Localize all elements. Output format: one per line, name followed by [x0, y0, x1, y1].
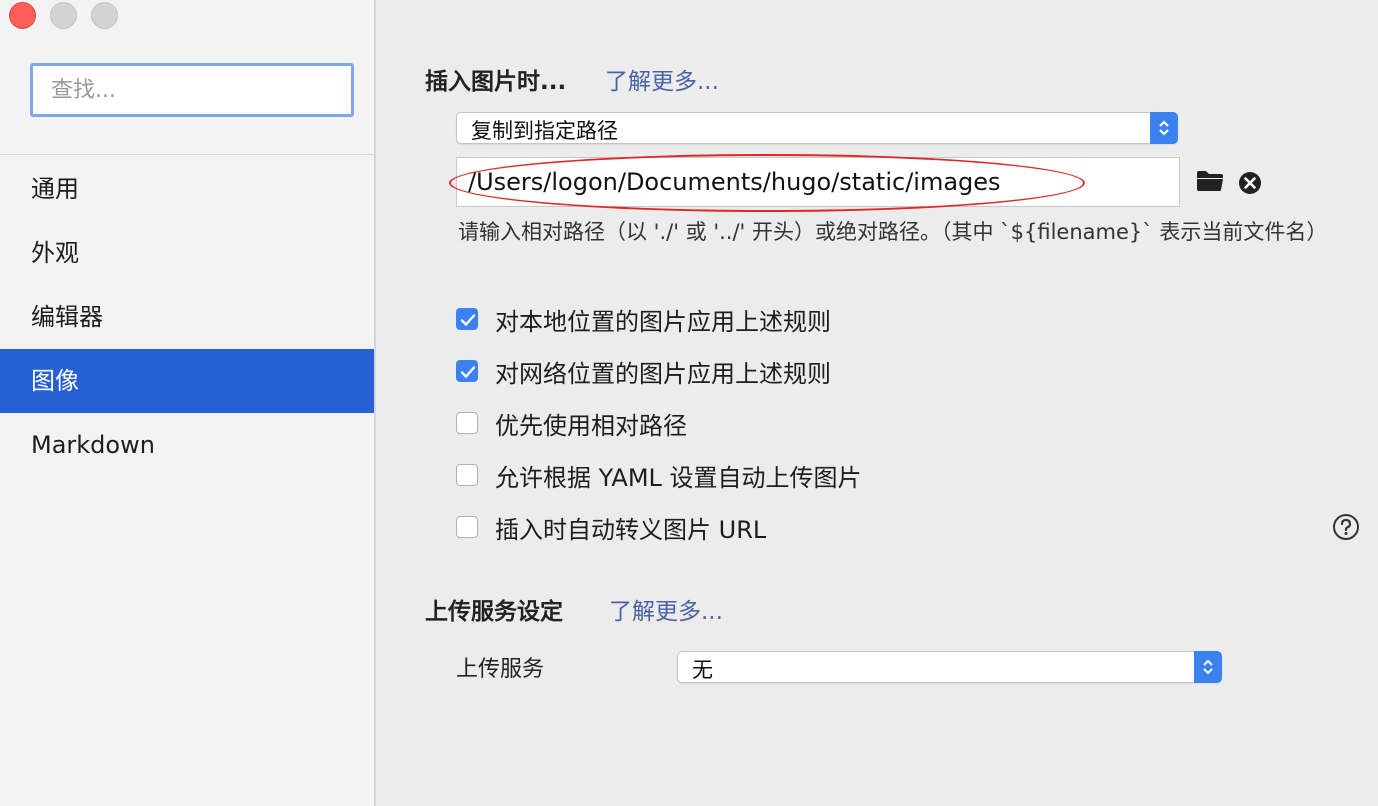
- checkbox-checked-icon[interactable]: [456, 360, 478, 382]
- minimize-window-button[interactable]: [50, 2, 77, 29]
- option-label: 优先使用相对路径: [495, 411, 687, 440]
- select-stepper-icon: [1194, 651, 1222, 683]
- option-label: 允许根据 YAML 设置自动上传图片: [495, 463, 862, 492]
- option-label: 对本地位置的图片应用上述规则: [495, 307, 831, 336]
- checkbox-unchecked-icon[interactable]: [456, 412, 478, 434]
- checkbox-unchecked-icon[interactable]: [456, 464, 478, 486]
- sidebar-item-general[interactable]: 通用: [0, 157, 374, 221]
- sidebar-item-markdown[interactable]: Markdown: [0, 413, 374, 477]
- folder-icon[interactable]: [1196, 170, 1224, 196]
- upload-service-select[interactable]: 无: [677, 651, 1222, 683]
- sidebar-item-editor[interactable]: 编辑器: [0, 285, 374, 349]
- zoom-window-button[interactable]: [91, 2, 118, 29]
- upload-service-label: 上传服务: [456, 657, 545, 682]
- sidebar-divider: [0, 154, 374, 155]
- image-path-field[interactable]: /Users/logon/Documents/hugo/static/image…: [449, 154, 1180, 212]
- option-escape-url[interactable]: 插入时自动转义图片 URL: [456, 511, 767, 544]
- path-hint-text: 请输入相对路径（以 './' 或 '../' 开头）或绝对路径。（其中 `${f…: [458, 220, 1328, 244]
- option-yaml-upload[interactable]: 允许根据 YAML 设置自动上传图片: [456, 459, 862, 492]
- upload-service-value: 无: [692, 658, 713, 682]
- close-window-button[interactable]: [9, 2, 36, 29]
- option-network-images[interactable]: 对网络位置的图片应用上述规则: [456, 355, 831, 388]
- help-icon[interactable]: [1332, 513, 1360, 545]
- insert-action-value: 复制到指定路径: [471, 119, 618, 143]
- insert-image-title: 插入图片时...: [425, 69, 567, 95]
- option-label: 插入时自动转义图片 URL: [495, 515, 767, 544]
- option-local-images[interactable]: 对本地位置的图片应用上述规则: [456, 303, 831, 336]
- insert-action-select[interactable]: 复制到指定路径: [456, 112, 1178, 144]
- image-settings-panel: 插入图片时... 了解更多... 复制到指定路径 /Users/logon/Do…: [376, 0, 1378, 806]
- window-controls: [9, 2, 118, 29]
- checkbox-checked-icon[interactable]: [456, 308, 478, 330]
- upload-service-title: 上传服务设定: [425, 599, 563, 625]
- insert-image-learn-more-link[interactable]: 了解更多...: [605, 62, 719, 96]
- upload-learn-more-link[interactable]: 了解更多...: [609, 592, 723, 626]
- image-path-value: /Users/logon/Documents/hugo/static/image…: [468, 168, 1001, 196]
- checkbox-unchecked-icon[interactable]: [456, 516, 478, 538]
- option-prefer-relative[interactable]: 优先使用相对路径: [456, 407, 687, 440]
- option-label: 对网络位置的图片应用上述规则: [495, 359, 831, 388]
- sidebar-item-image[interactable]: 图像: [0, 349, 374, 413]
- search-input[interactable]: [30, 63, 354, 117]
- sidebar: 通用 外观 编辑器 图像 Markdown: [0, 0, 376, 806]
- select-stepper-icon: [1150, 112, 1178, 144]
- sidebar-item-appearance[interactable]: 外观: [0, 221, 374, 285]
- clear-path-icon[interactable]: [1238, 171, 1262, 199]
